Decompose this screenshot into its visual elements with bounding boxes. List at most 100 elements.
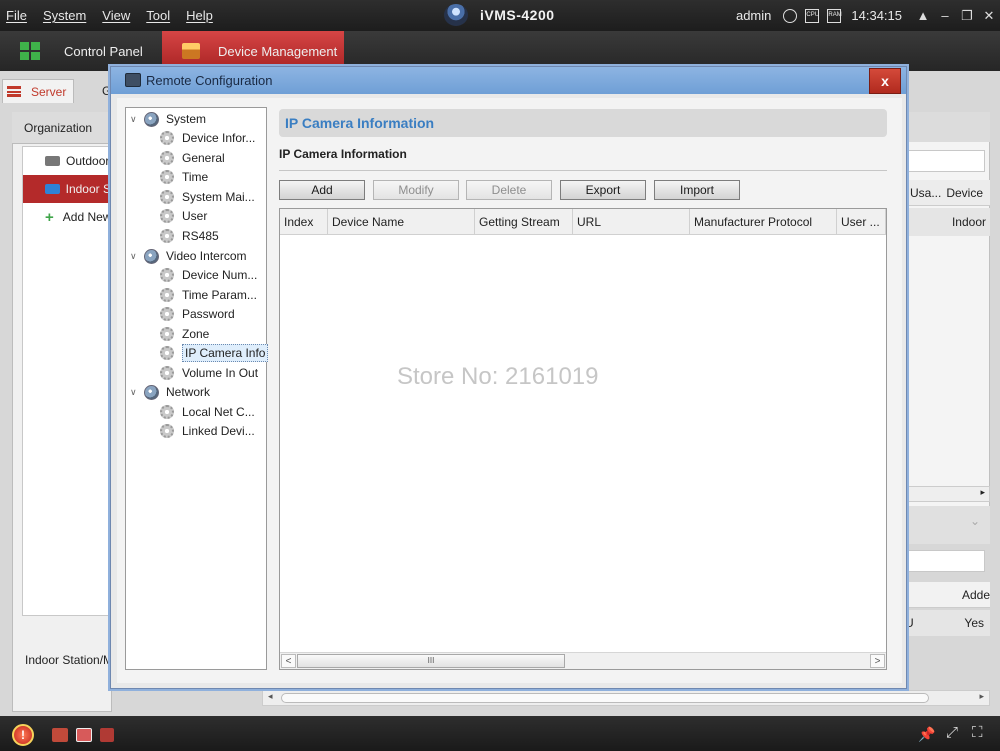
tree-node-video-intercom[interactable]: ∨ Video Intercom xyxy=(130,247,247,265)
subtab-server[interactable]: Server xyxy=(2,79,74,103)
alarm-icon[interactable]: ! xyxy=(12,724,34,746)
section-title: IP Camera Information xyxy=(279,147,407,161)
tree-item-user[interactable]: User xyxy=(160,207,207,225)
gear-icon xyxy=(160,131,174,145)
subtab-server-label: Server xyxy=(31,84,67,99)
modify-button[interactable]: Modify xyxy=(373,180,459,200)
tree-item-time-parameters[interactable]: Time Param... xyxy=(160,286,257,304)
org-item-outdoor[interactable]: Outdoor xyxy=(23,147,111,175)
scroll-right-button[interactable]: > xyxy=(870,654,885,668)
config-tree: ∨ System Device Infor... General Time Sy… xyxy=(125,107,269,670)
subtab-group[interactable]: G xyxy=(78,79,112,103)
device-filter-input[interactable] xyxy=(905,150,985,172)
delete-button[interactable]: Delete xyxy=(466,180,552,200)
tab-device-management[interactable]: Device Management xyxy=(162,31,344,71)
table-row[interactable]: U Yes xyxy=(905,610,990,636)
menu-file[interactable]: File xyxy=(6,8,27,23)
online-device-filter-input[interactable] xyxy=(905,550,985,572)
organization-list: Outdoor Indoor S + Add New xyxy=(22,146,112,616)
column-device-name[interactable]: Device Name xyxy=(328,209,475,235)
org-item-indoor[interactable]: Indoor S xyxy=(23,175,111,203)
expand-chevron-icon[interactable]: ∨ xyxy=(130,387,144,398)
minimize-button[interactable]: – xyxy=(934,8,956,23)
dialog-title-bar[interactable]: Remote Configuration x xyxy=(111,67,906,94)
scroll-thumb[interactable] xyxy=(281,693,929,703)
tree-item-password[interactable]: Password xyxy=(160,305,235,323)
scroll-left-icon[interactable]: ◂ xyxy=(268,691,273,702)
online-device-columns: Adde xyxy=(905,582,990,608)
column-device[interactable]: Device xyxy=(941,186,983,200)
expand-chevron-icon[interactable]: ∨ xyxy=(130,251,144,262)
column-manufacturer-protocol[interactable]: Manufacturer Protocol xyxy=(690,209,837,235)
scroll-left-button[interactable]: < xyxy=(281,654,296,668)
column-getting-stream[interactable]: Getting Stream xyxy=(475,209,573,235)
indoor-station-icon xyxy=(45,184,60,194)
tree-node-network[interactable]: ∨ Network xyxy=(130,383,210,401)
menu-tool[interactable]: Tool xyxy=(146,8,170,23)
table-row[interactable]: Indoor xyxy=(905,208,990,236)
page-title: IP Camera Information xyxy=(285,115,435,131)
column-user[interactable]: User ... xyxy=(837,209,886,235)
tree-item-linked-devices[interactable]: Linked Devi... xyxy=(160,422,255,440)
tree-item-label: Volume In Out xyxy=(182,366,259,380)
tree-item-label: Zone xyxy=(182,327,210,341)
export-button[interactable]: Export xyxy=(560,180,646,200)
pin-icon[interactable]: 📌 xyxy=(918,726,935,743)
column-index[interactable]: Index xyxy=(280,209,328,235)
menu-system[interactable]: System xyxy=(43,8,86,23)
tree-item-rs485[interactable]: RS485 xyxy=(160,227,219,245)
lock-icon[interactable]: ▲ xyxy=(912,8,934,23)
cpu-icon: CPU xyxy=(805,8,820,23)
import-button[interactable]: Import xyxy=(654,180,740,200)
device-management-icon xyxy=(182,43,200,59)
menu-help[interactable]: Help xyxy=(186,8,213,23)
device-type-cell: Indoor xyxy=(951,215,986,229)
tree-item-time[interactable]: Time xyxy=(160,168,208,186)
tab-control-panel[interactable]: Control Panel xyxy=(20,31,143,71)
expand-icon[interactable]: ⤢ xyxy=(946,724,958,741)
gear-icon xyxy=(160,209,174,223)
column-added[interactable]: Adde xyxy=(962,588,990,602)
alarm-sound-icon[interactable] xyxy=(52,728,68,742)
event-icon[interactable] xyxy=(76,728,92,742)
horizontal-scrollbar[interactable]: ◂ ▸ xyxy=(262,690,990,706)
tree-item-label: IP Camera Info xyxy=(182,344,269,362)
tree-item-volume-in-out[interactable]: Volume In Out xyxy=(160,364,258,382)
tree-item-device-number[interactable]: Device Num... xyxy=(160,266,257,284)
gear-icon xyxy=(160,327,174,341)
tree-item-ip-camera-info[interactable]: IP Camera Info xyxy=(160,344,269,362)
title-bar: File System View Tool Help iVMS-4200 adm… xyxy=(0,0,1000,31)
device-list-scrollbar[interactable]: ▸ xyxy=(905,486,990,502)
org-item-add-new[interactable]: + Add New xyxy=(23,203,111,231)
tree-item-local-net-config[interactable]: Local Net C... xyxy=(160,403,255,421)
column-usage[interactable]: Usa... xyxy=(905,186,941,200)
table-header: Index Device Name Getting Stream URL Man… xyxy=(280,209,886,235)
tree-node-system[interactable]: ∨ System xyxy=(130,110,206,128)
network-globe-icon[interactable] xyxy=(783,8,798,23)
tree-item-general[interactable]: General xyxy=(160,149,225,167)
tree-item-label: Time xyxy=(182,170,209,184)
menu-view[interactable]: View xyxy=(102,8,130,23)
scroll-thumb[interactable]: III xyxy=(297,654,565,668)
tab-control-panel-label: Control Panel xyxy=(64,43,143,59)
tree-item-zone[interactable]: Zone xyxy=(160,325,209,343)
gear-icon xyxy=(160,288,174,302)
gear-icon xyxy=(160,307,174,321)
close-app-button[interactable]: ✕ xyxy=(978,8,1000,24)
tree-item-system-maintenance[interactable]: System Mai... xyxy=(160,188,255,206)
close-button[interactable]: x xyxy=(869,68,901,94)
fullscreen-icon[interactable]: ⛶ xyxy=(972,724,983,741)
tree-item-device-info[interactable]: Device Infor... xyxy=(160,129,255,147)
collapse-chevron-icon[interactable]: ⌄ xyxy=(970,514,980,528)
column-url[interactable]: URL xyxy=(573,209,690,235)
scroll-right-icon[interactable]: ▸ xyxy=(980,487,985,497)
maximize-button[interactable]: ❐ xyxy=(956,8,978,24)
globe-icon xyxy=(144,384,159,400)
scroll-right-icon[interactable]: ▸ xyxy=(979,691,984,702)
table-horizontal-scrollbar[interactable]: < III > xyxy=(280,652,886,669)
expand-chevron-icon[interactable]: ∨ xyxy=(130,114,144,125)
speaker-icon[interactable] xyxy=(100,728,114,742)
tree-item-label: Device Num... xyxy=(182,268,258,282)
add-button[interactable]: Add xyxy=(279,180,365,200)
tree-node-label: System xyxy=(166,112,207,126)
